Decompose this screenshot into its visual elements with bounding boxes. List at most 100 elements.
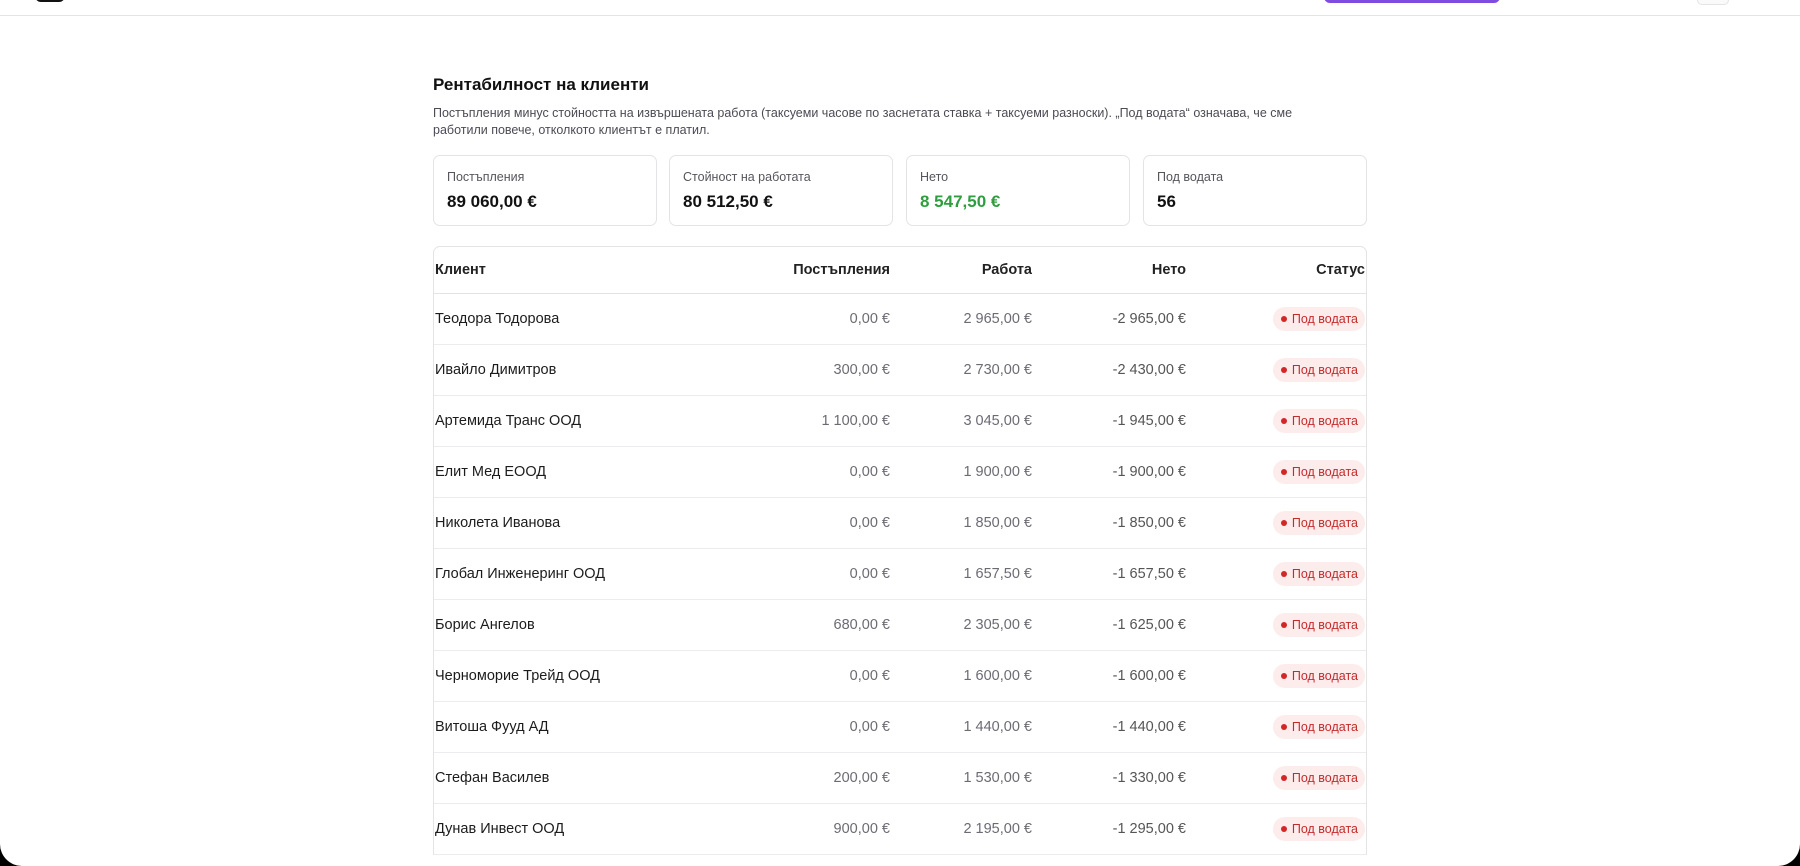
- table-row[interactable]: Стефан Василев 200,00 €1 530,00 € -1 330,0…: [434, 752, 1366, 804]
- work-cell: 1 900,00 €: [890, 446, 1032, 498]
- table-row[interactable]: Ивайло Димитров 300,00 €2 730,00 € -2 430,…: [434, 344, 1366, 396]
- column-header-net[interactable]: Нето: [1032, 247, 1186, 294]
- work-cell: 1 440,00 €: [890, 701, 1032, 753]
- status-badge: Под водата: [1272, 817, 1365, 841]
- client-name-cell: Стефан Василев: [434, 752, 734, 804]
- table-row[interactable]: Глобал Инженеринг ООД 0,00 €1 657,50 € -1 …: [434, 548, 1366, 600]
- net-cell: -2 430,00 €: [1032, 344, 1186, 396]
- stat-card-work-cost: Стойност на работата 80 512,50 €: [669, 155, 893, 226]
- net-cell: -2 965,00 €: [1032, 293, 1186, 345]
- income-cell: 0,00 €: [734, 293, 890, 345]
- status-dot-icon: [1280, 469, 1287, 475]
- table-row[interactable]: Дунав Инвест ООД 900,00 €2 195,00 € -1 295…: [434, 803, 1366, 855]
- income-cell: 0,00 €: [734, 548, 890, 600]
- status-cell: Под водата: [1186, 446, 1366, 498]
- income-cell: 0,00 €: [734, 650, 890, 702]
- work-cell: 2 730,00 €: [890, 344, 1032, 396]
- status-cell: Под водата: [1186, 803, 1366, 855]
- stat-value: 80 512,50 €: [683, 192, 773, 211]
- client-name-cell: Черноморие Трейд ООД: [434, 650, 734, 702]
- status-label: Под водата: [1291, 822, 1358, 836]
- status-cell: Под водата: [1186, 701, 1366, 753]
- status-badge: Под водата: [1272, 511, 1365, 535]
- client-name-cell: Витоша Фууд АД: [434, 701, 734, 753]
- work-cell: 1 657,50 €: [890, 548, 1032, 600]
- status-dot-icon: [1280, 520, 1287, 526]
- status-cell: Под водата: [1186, 548, 1366, 600]
- primary-action-button[interactable]: [1324, 0, 1500, 3]
- client-name-cell: Глобал Инженеринг ООД: [434, 548, 734, 600]
- client-name-cell: Николета Иванова: [434, 497, 734, 549]
- client-name-cell: Дунав Инвест ООД: [434, 803, 734, 855]
- status-label: Под водата: [1291, 465, 1358, 479]
- status-badge: Под водата: [1272, 715, 1365, 739]
- status-dot-icon: [1280, 571, 1287, 577]
- status-dot-icon: [1280, 418, 1287, 424]
- work-cell: 2 965,00 €: [890, 293, 1032, 345]
- status-label: Под водата: [1291, 567, 1358, 581]
- status-dot-icon: [1280, 673, 1287, 679]
- stat-value: 8 547,50 €: [920, 192, 1001, 211]
- stat-card-underwater: Под водата 56: [1143, 155, 1367, 226]
- app-logo-icon[interactable]: [35, 0, 65, 2]
- status-label: Под водата: [1291, 771, 1358, 785]
- stat-label: Постъпления: [447, 170, 525, 184]
- column-header-client[interactable]: Клиент: [434, 247, 734, 294]
- status-label: Под водата: [1291, 414, 1358, 428]
- app-window: Рентабилност на клиенти Постъпления мину…: [0, 0, 1800, 866]
- status-dot-icon: [1280, 775, 1287, 781]
- client-profitability-section: Рентабилност на клиенти Постъпления мину…: [433, 75, 1367, 855]
- status-label: Под водата: [1291, 312, 1358, 326]
- net-cell: -1 330,00 €: [1032, 752, 1186, 804]
- client-name-cell: Теодора Тодорова: [434, 293, 734, 345]
- table-row[interactable]: Черноморие Трейд ООД 0,00 €1 600,00 € -1 6…: [434, 650, 1366, 702]
- table-row[interactable]: Витоша Фууд АД 0,00 €1 440,00 € -1 440,00 …: [434, 701, 1366, 753]
- work-cell: 2 305,00 €: [890, 599, 1032, 651]
- page-description: Постъпления минус стойността на извършен…: [433, 106, 1293, 137]
- status-badge: Под водата: [1272, 460, 1365, 484]
- column-header-work[interactable]: Работа: [890, 247, 1032, 294]
- work-cell: 1 530,00 €: [890, 752, 1032, 804]
- status-label: Под водата: [1291, 363, 1358, 377]
- column-header-income[interactable]: Постъпления: [734, 247, 890, 294]
- stat-card-net: Нето 8 547,50 €: [906, 155, 1130, 226]
- table-row[interactable]: Артемида Транс ООД 1 100,00 €3 045,00 € -1…: [434, 395, 1366, 447]
- status-badge: Под водата: [1272, 307, 1365, 331]
- menu-icon[interactable]: [1697, 0, 1729, 5]
- status-cell: Под водата: [1186, 599, 1366, 651]
- status-label: Под водата: [1291, 720, 1358, 734]
- status-cell: Под водата: [1186, 293, 1366, 345]
- status-badge: Под водата: [1272, 358, 1365, 382]
- status-badge: Под водата: [1272, 613, 1365, 637]
- status-label: Под водата: [1291, 516, 1358, 530]
- net-cell: -1 900,00 €: [1032, 446, 1186, 498]
- work-cell: 1 600,00 €: [890, 650, 1032, 702]
- status-badge: Под водата: [1272, 562, 1365, 586]
- status-dot-icon: [1280, 826, 1287, 832]
- income-cell: 200,00 €: [734, 752, 890, 804]
- net-cell: -1 945,00 €: [1032, 395, 1186, 447]
- column-header-status[interactable]: Статус: [1186, 247, 1366, 294]
- table-row[interactable]: Борис Ангелов 680,00 €2 305,00 € -1 625,00…: [434, 599, 1366, 651]
- net-cell: -1 440,00 €: [1032, 701, 1186, 753]
- income-cell: 680,00 €: [734, 599, 890, 651]
- status-cell: Под водата: [1186, 650, 1366, 702]
- table-row[interactable]: Елит Мед ЕООД 0,00 €1 900,00 € -1 900,00 €…: [434, 446, 1366, 498]
- net-cell: -1 850,00 €: [1032, 497, 1186, 549]
- stat-value: 89 060,00 €: [447, 192, 537, 211]
- stat-label: Под водата: [1157, 170, 1224, 184]
- table-row[interactable]: Теодора Тодорова 0,00 €2 965,00 € -2 965,0…: [434, 293, 1366, 345]
- income-cell: 900,00 €: [734, 803, 890, 855]
- status-label: Под водата: [1291, 669, 1358, 683]
- status-label: Под водата: [1291, 618, 1358, 632]
- income-cell: 0,00 €: [734, 497, 890, 549]
- status-dot-icon: [1280, 724, 1287, 730]
- work-cell: 2 195,00 €: [890, 803, 1032, 855]
- table-row[interactable]: Николета Иванова 0,00 €1 850,00 € -1 850,0…: [434, 497, 1366, 549]
- status-dot-icon: [1280, 316, 1287, 322]
- status-cell: Под водата: [1186, 395, 1366, 447]
- table-header-row: Клиент Постъпления Работа Нето Статус: [434, 247, 1366, 294]
- profitability-table: Клиент Постъпления Работа Нето Статус Те…: [433, 246, 1367, 855]
- income-cell: 0,00 €: [734, 446, 890, 498]
- top-navbar: [0, 0, 1800, 16]
